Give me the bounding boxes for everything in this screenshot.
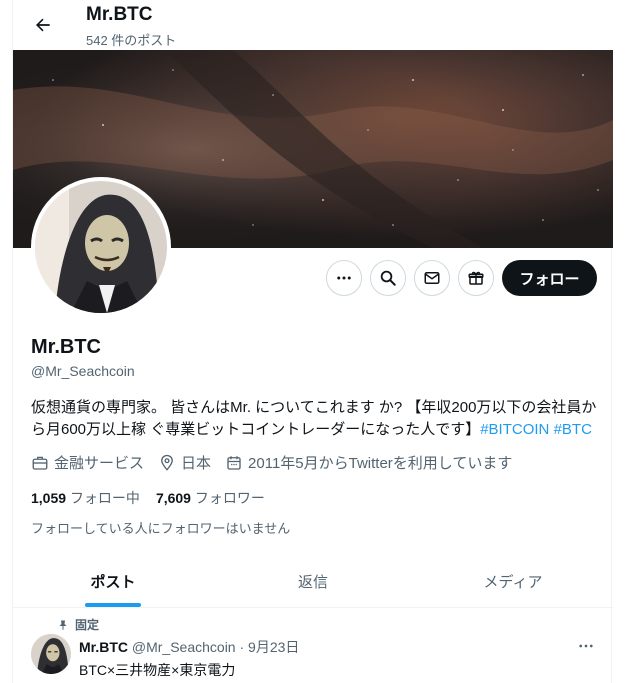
followers-link[interactable]: 7,609 フォロワー bbox=[156, 490, 265, 506]
tab-media[interactable]: メディア bbox=[413, 555, 613, 607]
hashtag-link[interactable]: #BTC bbox=[554, 421, 592, 438]
search-icon bbox=[380, 270, 396, 286]
header-title: Mr.BTC bbox=[86, 4, 153, 25]
profile-category: 金融サービス bbox=[31, 452, 144, 473]
tweet-text: BTC×三井物産×東京電力 bbox=[79, 662, 236, 678]
message-button[interactable] bbox=[414, 260, 450, 296]
tab-posts[interactable]: ポスト bbox=[13, 555, 213, 607]
following-link[interactable]: 1,059 フォロー中 bbox=[31, 490, 140, 506]
followers-you-know-note: フォローしている人にフォロワーはいません bbox=[31, 521, 291, 536]
follow-counts: 1,059 フォロー中 7,609 フォロワー bbox=[31, 488, 265, 508]
tab-replies[interactable]: 返信 bbox=[213, 555, 413, 607]
profile-bio: 仮想通貨の専門家。 皆さんはMr. についてこれます か? 【年収200万以下の… bbox=[31, 397, 601, 441]
ellipsis-icon bbox=[579, 644, 593, 648]
profile-join-date: 2011年5月からTwitterを利用しています bbox=[225, 452, 512, 473]
follow-button[interactable]: フォロー bbox=[502, 260, 597, 296]
pin-icon bbox=[59, 620, 67, 630]
search-profile-button[interactable] bbox=[370, 260, 406, 296]
tweet-more-button[interactable] bbox=[571, 636, 601, 656]
tweet-author-name[interactable]: Mr.BTC bbox=[79, 639, 128, 655]
gift-icon bbox=[468, 271, 484, 285]
header-post-count: 542 件のポスト bbox=[86, 33, 177, 48]
tweet-date[interactable]: 9月23日 bbox=[248, 639, 299, 655]
more-options-button[interactable] bbox=[326, 260, 362, 296]
masked-figure-avatar-image bbox=[35, 181, 167, 313]
location-pin-icon bbox=[161, 454, 173, 471]
hashtag-link[interactable]: #BITCOIN bbox=[480, 421, 549, 438]
tweet-header: Mr.BTC @Mr_Seachcoin · 9月23日 bbox=[79, 639, 300, 655]
calendar-icon bbox=[227, 455, 241, 470]
back-button[interactable] bbox=[26, 8, 60, 42]
profile-column: Mr.BTC 542 件のポスト フォロー Mr.BTC @Mr_Seachco… bbox=[12, 0, 613, 683]
profile-header-bar: Mr.BTC 542 件のポスト bbox=[13, 0, 613, 50]
profile-avatar[interactable] bbox=[31, 177, 171, 317]
profile-display-name: Mr.BTC bbox=[31, 336, 101, 358]
tweet-avatar[interactable] bbox=[31, 634, 71, 674]
pinned-indicator: 固定 bbox=[57, 616, 99, 633]
subscribe-button[interactable] bbox=[458, 260, 494, 296]
ellipsis-icon bbox=[337, 276, 351, 280]
briefcase-icon bbox=[32, 456, 48, 470]
arrow-left-icon bbox=[36, 18, 50, 32]
profile-meta: 金融サービス 日本 2011年5月からTwitterを利用しています bbox=[31, 452, 526, 473]
profile-handle: @Mr_Seachcoin bbox=[31, 363, 135, 379]
profile-tabs: ポスト 返信 メディア bbox=[13, 555, 613, 608]
tweet-author-handle[interactable]: @Mr_Seachcoin bbox=[132, 639, 236, 655]
masked-figure-avatar-image bbox=[31, 634, 71, 674]
mail-icon bbox=[424, 272, 440, 284]
active-tab-indicator bbox=[85, 603, 141, 607]
profile-location: 日本 bbox=[158, 452, 211, 473]
